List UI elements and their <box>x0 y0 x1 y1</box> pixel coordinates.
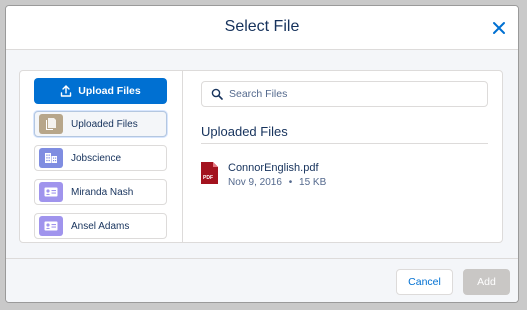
modal-title: Select File <box>224 18 300 35</box>
file-source-sidebar: Upload Files Uploaded Files Jobscience M… <box>20 71 183 242</box>
file-meta: Nov 9, 2016 • 15 KB <box>228 177 326 188</box>
modal-footer: Cancel Add <box>6 258 518 302</box>
search-input[interactable] <box>229 88 469 100</box>
cancel-button[interactable]: Cancel <box>396 269 453 295</box>
search-box <box>201 81 488 107</box>
section-title: Uploaded Files <box>201 124 288 139</box>
pdf-icon: PDF <box>201 162 218 184</box>
meta-separator: • <box>288 177 293 188</box>
modal-header: Select File <box>6 6 518 50</box>
document-icon <box>39 114 63 134</box>
building-icon <box>39 148 63 168</box>
contact-card-icon <box>39 216 63 236</box>
modal-body: Upload Files Uploaded Files Jobscience M… <box>6 50 518 258</box>
svg-text:PDF: PDF <box>203 175 213 181</box>
source-jobscience[interactable]: Jobscience <box>34 145 167 171</box>
file-date: Nov 9, 2016 <box>228 177 282 188</box>
source-label: Uploaded Files <box>71 118 138 130</box>
backdrop: Select File Upload Files Uploaded Files … <box>0 0 527 310</box>
source-uploaded-files[interactable]: Uploaded Files <box>34 111 167 137</box>
close-button[interactable] <box>490 19 508 37</box>
file-name: ConnorEnglish.pdf <box>228 162 319 174</box>
upload-files-button[interactable]: Upload Files <box>34 78 167 104</box>
source-label: Jobscience <box>71 152 122 164</box>
file-item[interactable]: PDF ConnorEnglish.pdf Nov 9, 2016 • 15 K… <box>201 160 488 196</box>
source-label: Ansel Adams <box>71 220 130 232</box>
source-label: Miranda Nash <box>71 186 134 198</box>
search-icon <box>211 88 223 100</box>
close-icon <box>493 22 505 34</box>
upload-files-label: Upload Files <box>78 85 141 97</box>
file-size: 15 KB <box>299 177 327 188</box>
file-list-area: Uploaded Files PDF ConnorEnglish.pdf Nov… <box>183 71 502 242</box>
file-browser-panel: Upload Files Uploaded Files Jobscience M… <box>19 70 503 243</box>
source-miranda-nash[interactable]: Miranda Nash <box>34 179 167 205</box>
contact-card-icon <box>39 182 63 202</box>
add-button[interactable]: Add <box>463 269 510 295</box>
divider <box>201 143 488 144</box>
upload-icon <box>61 85 72 97</box>
select-file-modal: Select File Upload Files Uploaded Files … <box>5 5 519 303</box>
source-ansel-adams[interactable]: Ansel Adams <box>34 213 167 239</box>
